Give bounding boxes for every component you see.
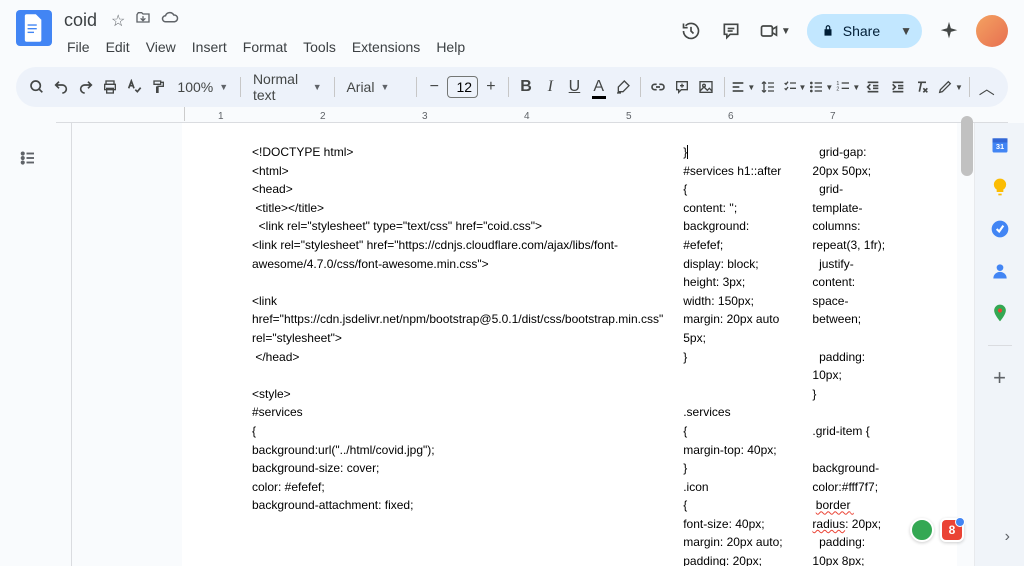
history-icon[interactable] xyxy=(679,19,703,43)
insert-link-icon[interactable] xyxy=(647,73,669,101)
column-1[interactable]: <!DOCTYPE html> <html> <head> <title></t… xyxy=(252,143,663,566)
redo-icon[interactable] xyxy=(74,73,96,101)
column-2[interactable]: } #services h1::after { content: ''; bac… xyxy=(683,143,792,566)
align-icon[interactable]: ▼ xyxy=(730,73,755,101)
maps-app-icon[interactable] xyxy=(990,303,1010,323)
keep-app-icon[interactable] xyxy=(990,177,1010,197)
get-addons-icon[interactable]: + xyxy=(990,368,1010,388)
bulleted-list-icon[interactable]: ▼ xyxy=(808,73,833,101)
contacts-app-icon[interactable] xyxy=(990,261,1010,281)
move-icon[interactable] xyxy=(135,10,151,31)
share-button[interactable]: Share xyxy=(807,14,894,48)
star-icon[interactable]: ☆ xyxy=(111,11,125,31)
menu-extensions[interactable]: Extensions xyxy=(345,35,427,59)
outline-toggle-icon[interactable] xyxy=(13,143,43,173)
spellcheck-icon[interactable] xyxy=(123,73,145,101)
italic-icon[interactable]: I xyxy=(539,73,561,101)
share-dropdown-icon[interactable]: ▼ xyxy=(896,24,922,38)
decrease-indent-icon[interactable] xyxy=(862,73,884,101)
tasks-app-icon[interactable] xyxy=(990,219,1010,239)
clear-formatting-icon[interactable] xyxy=(911,73,933,101)
font-dropdown[interactable]: Arial▼ xyxy=(340,75,410,99)
svg-text:2: 2 xyxy=(837,86,840,92)
document-title[interactable]: coid xyxy=(60,10,101,31)
print-icon[interactable] xyxy=(99,73,121,101)
paint-format-icon[interactable] xyxy=(147,73,169,101)
menu-tools[interactable]: Tools xyxy=(296,35,343,59)
vertical-scrollbar[interactable] xyxy=(961,116,973,176)
meet-icon[interactable]: ▼ xyxy=(759,19,791,43)
increase-indent-icon[interactable] xyxy=(887,73,909,101)
page[interactable]: <!DOCTYPE html> <html> <head> <title></t… xyxy=(182,123,957,566)
docs-app-icon[interactable] xyxy=(16,10,52,46)
horizontal-ruler[interactable]: 1 2 3 4 5 6 7 xyxy=(56,107,1008,123)
menu-edit[interactable]: Edit xyxy=(99,35,137,59)
account-avatar[interactable] xyxy=(976,15,1008,47)
line-spacing-icon[interactable] xyxy=(757,73,779,101)
increase-font-icon[interactable]: + xyxy=(480,73,502,101)
side-panel: 31 + xyxy=(974,123,1024,566)
undo-icon[interactable] xyxy=(50,73,72,101)
column-3[interactable]: grid-gap: 20px 50px; grid-template-colum… xyxy=(812,143,887,566)
menu-format[interactable]: Format xyxy=(236,35,294,59)
text-color-icon[interactable]: A xyxy=(588,73,610,101)
menu-insert[interactable]: Insert xyxy=(185,35,234,59)
menu-bar: File Edit View Insert Format Tools Exten… xyxy=(60,33,671,59)
search-menus-icon[interactable] xyxy=(26,73,48,101)
collapse-toolbar-icon[interactable]: ︿ xyxy=(976,73,998,101)
bold-icon[interactable]: B xyxy=(515,73,537,101)
zoom-dropdown[interactable]: 100%▼ xyxy=(171,75,234,99)
calendar-app-icon[interactable]: 31 xyxy=(990,135,1010,155)
checklist-icon[interactable]: ▼ xyxy=(782,73,807,101)
cloud-status-icon[interactable] xyxy=(161,11,179,30)
svg-text:31: 31 xyxy=(995,142,1003,151)
explore-badge-icon[interactable] xyxy=(910,518,934,542)
font-size-input[interactable]: 12 xyxy=(447,76,477,98)
document-viewport[interactable]: <!DOCTYPE html> <html> <head> <title></t… xyxy=(56,123,974,566)
numbered-list-icon[interactable]: 12▼ xyxy=(835,73,860,101)
editing-mode-icon[interactable]: ▼ xyxy=(937,73,963,101)
menu-file[interactable]: File xyxy=(60,35,97,59)
insert-image-icon[interactable] xyxy=(695,73,717,101)
add-comment-icon[interactable] xyxy=(671,73,693,101)
notification-badge[interactable]: 8 xyxy=(940,518,964,542)
decrease-font-icon[interactable]: − xyxy=(423,73,445,101)
toolbar: 100%▼ Normal text▼ Arial▼ − 12 + B I U A… xyxy=(16,67,1008,107)
share-label: Share xyxy=(843,23,880,39)
comments-icon[interactable] xyxy=(719,19,743,43)
menu-view[interactable]: View xyxy=(139,35,183,59)
style-dropdown[interactable]: Normal text▼ xyxy=(247,67,328,107)
highlight-icon[interactable] xyxy=(612,73,634,101)
underline-icon[interactable]: U xyxy=(563,73,585,101)
side-panel-expand-icon[interactable]: › xyxy=(1005,528,1010,546)
gemini-icon[interactable] xyxy=(938,20,960,42)
menu-help[interactable]: Help xyxy=(429,35,472,59)
